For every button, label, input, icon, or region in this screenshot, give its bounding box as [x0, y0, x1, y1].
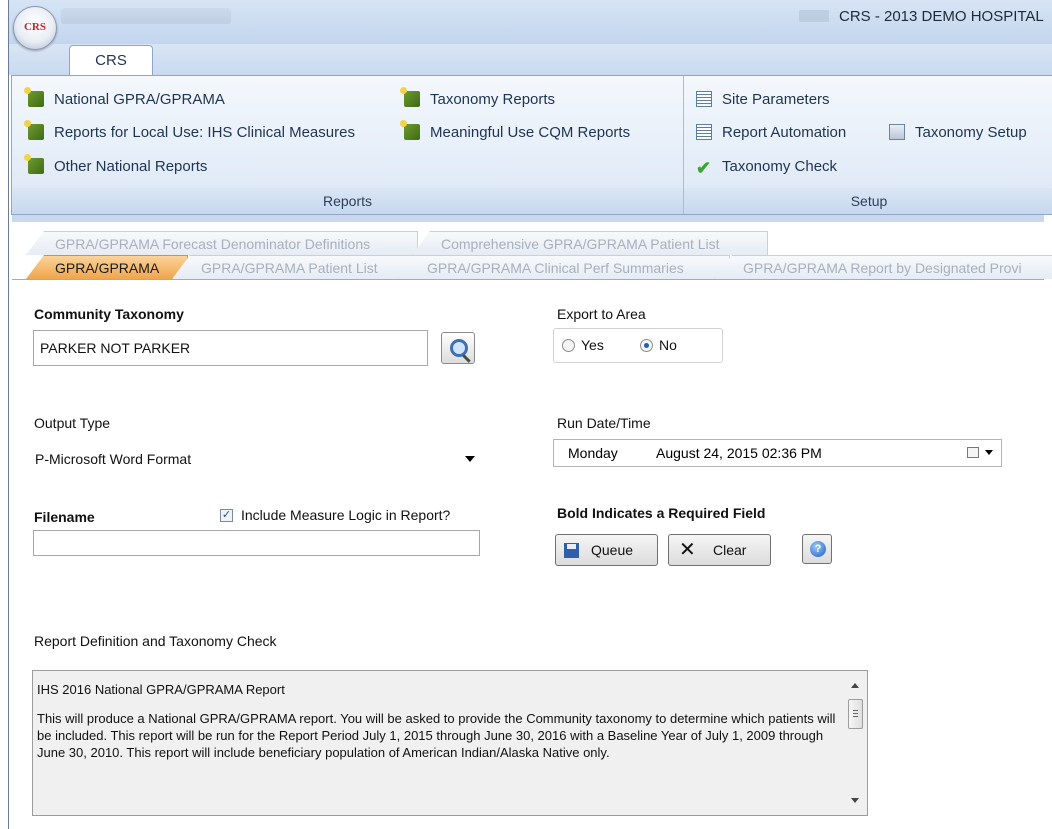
ribbon-group-label-reports: Reports: [12, 188, 683, 214]
report-definition-title: IHS 2016 National GPRA/GPRAMA Report: [37, 682, 285, 697]
tab-clinical-perf-summaries[interactable]: GPRA/GPRAMA Clinical Perf Summaries: [398, 255, 730, 279]
title-bar-blur: [799, 10, 829, 22]
close-icon: ✕: [679, 539, 696, 561]
tab-row-2: GPRA/GPRAMA GPRA/GPRAMA Patient List GPR…: [12, 255, 1052, 280]
ribbon-group-label-setup: Setup: [684, 188, 1052, 214]
calendar-icon[interactable]: [967, 447, 979, 458]
report-icon: [24, 120, 44, 140]
export-yes-radio[interactable]: [562, 339, 575, 352]
export-to-area-group: Yes No: [553, 328, 723, 363]
queue-button-label: Queue: [591, 542, 634, 558]
application-orb-button[interactable]: CRS: [13, 6, 57, 50]
run-datetime-label: Run Date/Time: [557, 415, 651, 431]
include-logic-label: Include Measure Logic in Report?: [241, 507, 451, 523]
community-taxonomy-label: Community Taxonomy: [34, 306, 184, 322]
ribbon-item-taxonomy-setup[interactable]: Taxonomy Setup: [889, 122, 1027, 144]
filename-input[interactable]: [33, 530, 480, 556]
filename-label: Filename: [34, 509, 95, 525]
ribbon-group-reports: National GPRA/GPRAMA Reports for Local U…: [12, 76, 684, 214]
export-yes-label: Yes: [581, 337, 604, 353]
clear-button[interactable]: ✕ Clear: [668, 534, 771, 566]
report-icon: [24, 87, 44, 107]
ribbon-item-site-parameters[interactable]: Site Parameters: [696, 89, 830, 111]
scroll-down-icon[interactable]: [851, 798, 859, 803]
vertical-scrollbar[interactable]: [845, 671, 867, 815]
ribbon-tab-strip: [9, 44, 1052, 75]
orb-logo-icon: CRS: [23, 21, 46, 33]
tab-gpra-gprama[interactable]: GPRA/GPRAMA: [26, 255, 188, 279]
report-definition-label: Report Definition and Taxonomy Check: [34, 633, 277, 649]
list-icon: [696, 91, 712, 107]
ribbon-item-taxonomy-reports[interactable]: Taxonomy Reports: [400, 87, 555, 111]
output-type-dropdown[interactable]: P-Microsoft Word Format: [34, 443, 484, 475]
save-icon: [564, 543, 579, 558]
ribbon-tab-crs[interactable]: CRS: [69, 45, 153, 75]
export-no-radio[interactable]: [640, 339, 653, 352]
taxonomy-lookup-button[interactable]: [441, 332, 475, 364]
output-type-value: P-Microsoft Word Format: [35, 451, 192, 467]
scroll-up-icon[interactable]: [851, 683, 859, 688]
help-icon: ?: [810, 541, 826, 557]
ribbon-item-report-automation[interactable]: Report Automation: [696, 122, 846, 144]
ribbon-item-national-gpra[interactable]: National GPRA/GPRAMA: [24, 87, 225, 111]
run-weekday: Monday: [568, 445, 618, 461]
report-panel: GPRA/GPRAMA Forecast Denominator Definit…: [12, 222, 1052, 829]
list-icon: [696, 124, 712, 140]
ribbon-item-local-reports[interactable]: Reports for Local Use: IHS Clinical Meas…: [24, 120, 355, 144]
ribbon-item-other-national[interactable]: Other National Reports: [24, 154, 207, 178]
run-datetime-picker[interactable]: Monday August 24, 2015 02:36 PM: [553, 439, 1002, 467]
content-top-border: [12, 215, 1044, 222]
quick-access-toolbar[interactable]: [61, 8, 231, 24]
tab-report-by-designated-provider[interactable]: GPRA/GPRAMA Report by Designated Provi: [714, 255, 1052, 279]
taxonomy-setup-icon: [889, 124, 905, 140]
required-field-note: Bold Indicates a Required Field: [557, 505, 766, 521]
help-button[interactable]: ?: [802, 534, 832, 564]
magnifier-icon: [450, 339, 468, 357]
export-to-area-label: Export to Area: [557, 306, 646, 322]
scroll-thumb[interactable]: [848, 699, 863, 729]
clear-button-label: Clear: [713, 542, 747, 558]
community-taxonomy-input[interactable]: PARKER NOT PARKER: [33, 330, 428, 366]
report-definition-textarea[interactable]: IHS 2016 National GPRA/GPRAMA Report Thi…: [32, 670, 868, 816]
queue-button[interactable]: Queue: [555, 534, 658, 566]
ribbon-item-taxonomy-check[interactable]: ✔ Taxonomy Check: [696, 156, 837, 178]
ribbon-panel: National GPRA/GPRAMA Reports for Local U…: [11, 75, 1052, 215]
report-icon: [400, 87, 420, 107]
tab-patient-list[interactable]: GPRA/GPRAMA Patient List: [172, 255, 416, 279]
window-title: CRS - 2013 DEMO HOSPITAL: [839, 8, 1044, 25]
tab-comprehensive-patient-list[interactable]: Comprehensive GPRA/GPRAMA Patient List: [412, 231, 768, 255]
output-type-label: Output Type: [34, 415, 111, 431]
title-bar: CRS - 2013 DEMO HOSPITAL: [9, 0, 1052, 44]
include-logic-checkbox[interactable]: ✓: [220, 509, 233, 522]
ribbon-group-setup: Site Parameters Report Automation Taxono…: [684, 76, 1052, 214]
dropdown-arrow-icon: [465, 456, 475, 462]
report-definition-body: This will produce a National GPRA/GPRAMA…: [37, 711, 836, 760]
report-icon: [400, 120, 420, 140]
checkmark-icon: ✔: [696, 158, 712, 178]
run-date: August 24, 2015 02:36 PM: [656, 445, 822, 461]
tab-row-1: GPRA/GPRAMA Forecast Denominator Definit…: [12, 231, 1044, 255]
export-no-label: No: [659, 337, 677, 353]
chevron-down-icon[interactable]: [985, 450, 993, 455]
ribbon-item-mu-cqm[interactable]: Meaningful Use CQM Reports: [400, 120, 630, 144]
tab-forecast-denominator[interactable]: GPRA/GPRAMA Forecast Denominator Definit…: [26, 231, 418, 255]
report-icon: [24, 154, 44, 174]
